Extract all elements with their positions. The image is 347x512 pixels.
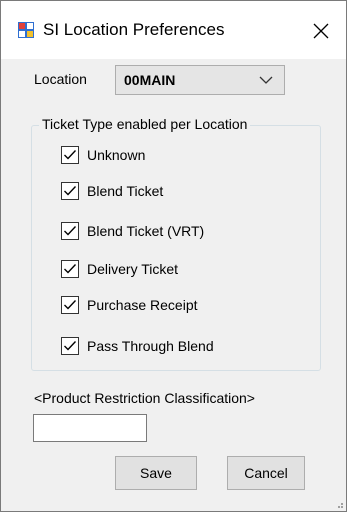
checkmark-icon: [64, 226, 77, 236]
checkbox-delivery-ticket[interactable]: Delivery Ticket: [61, 259, 178, 279]
checkmark-icon: [64, 264, 77, 274]
save-button[interactable]: Save: [115, 456, 197, 490]
chevron-down-icon: [259, 76, 273, 84]
checkbox-label: Blend Ticket (VRT): [87, 222, 205, 239]
checkbox-label: Blend Ticket: [87, 182, 164, 199]
checkbox-box[interactable]: [61, 296, 79, 314]
checkbox-box[interactable]: [61, 182, 79, 200]
checkbox-unknown[interactable]: Unknown: [61, 145, 145, 165]
resize-grip-icon[interactable]: [334, 499, 344, 509]
window-title: SI Location Preferences: [43, 20, 225, 39]
checkbox-box[interactable]: [61, 146, 79, 164]
dialog-window: SI Location Preferences Location 00MAIN …: [0, 0, 347, 512]
checkmark-icon: [64, 300, 77, 310]
checkbox-label: Unknown: [87, 146, 146, 163]
checkbox-pass-through-blend[interactable]: Pass Through Blend: [61, 336, 214, 356]
checkbox-box[interactable]: [61, 337, 79, 355]
checkbox-label: Delivery Ticket: [87, 260, 179, 277]
title-bar[interactable]: SI Location Preferences: [1, 1, 346, 59]
location-label: Location: [34, 71, 87, 87]
cancel-button[interactable]: Cancel: [227, 456, 305, 490]
checkbox-label: Purchase Receipt: [87, 296, 198, 313]
checkmark-icon: [64, 150, 77, 160]
checkbox-box[interactable]: [61, 260, 79, 278]
checkmark-icon: [64, 186, 77, 196]
close-button[interactable]: [301, 11, 341, 51]
checkmark-icon: [64, 341, 77, 351]
checkbox-purchase-receipt[interactable]: Purchase Receipt: [61, 295, 198, 315]
checkbox-blend-ticket-vrt[interactable]: Blend Ticket (VRT): [61, 221, 204, 241]
restriction-input[interactable]: [33, 414, 147, 442]
location-value: 00MAIN: [124, 72, 176, 88]
checkbox-blend-ticket[interactable]: Blend Ticket: [61, 181, 163, 201]
ticket-type-group-title: Ticket Type enabled per Location: [39, 116, 251, 133]
checkbox-label: Pass Through Blend: [87, 337, 214, 354]
checkbox-box[interactable]: [61, 222, 79, 240]
close-icon: [313, 23, 329, 39]
app-grid-icon: [18, 22, 34, 38]
restriction-label: <Product Restriction Classification>: [34, 390, 255, 406]
location-dropdown[interactable]: 00MAIN: [115, 65, 285, 95]
